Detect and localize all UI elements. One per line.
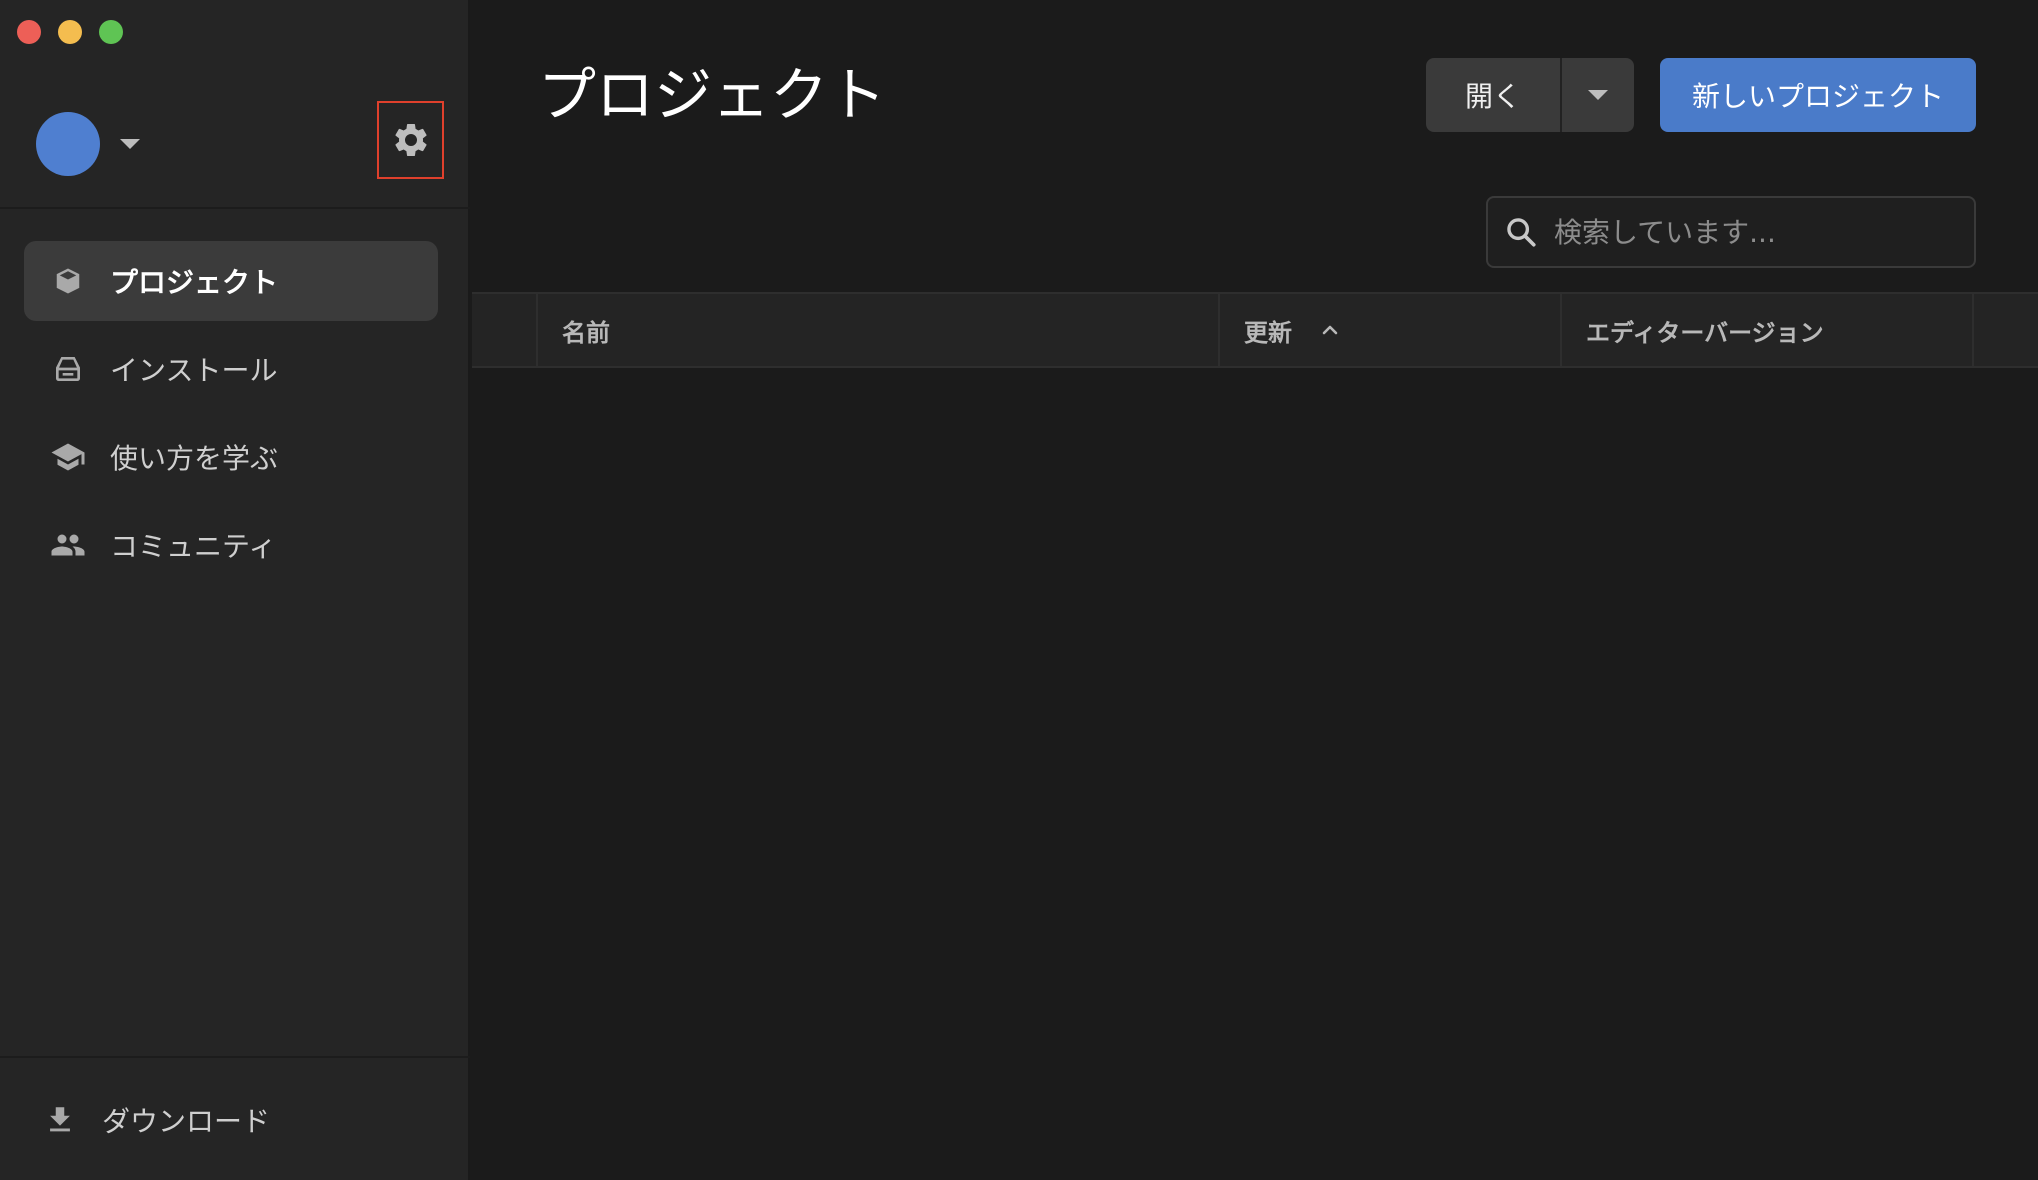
app-window: プロジェクト インストール 使い方を学ぶ コミュニティ ダウンロード プロジェク… [0,0,2038,1180]
column-header-name[interactable]: 名前 [536,294,1218,366]
window-controls [17,20,123,44]
column-header-updated[interactable]: 更新 [1218,294,1560,366]
chevron-down-icon [1588,90,1608,100]
sidebar-item-label: インストール [110,354,278,387]
column-header-label: エディターバージョン [1586,318,1824,347]
sidebar-divider [0,1056,470,1058]
open-dropdown-button[interactable] [1562,58,1634,132]
sidebar-item-label: プロジェクト [110,266,279,299]
sidebar: プロジェクト インストール 使い方を学ぶ コミュニティ ダウンロード [0,0,470,1180]
column-header-label: 名前 [562,318,610,347]
graduation-cap-icon [50,439,86,475]
column-header-label: 更新 [1244,318,1292,347]
sidebar-item-projects[interactable]: プロジェクト [24,241,438,321]
download-label: ダウンロード [102,1105,271,1138]
new-project-button[interactable]: 新しいプロジェクト [1660,58,1976,132]
sidebar-item-label: コミュニティ [110,530,277,563]
download-icon [42,1102,78,1138]
column-header-editor-version[interactable]: エディターバージョン [1560,294,1974,366]
sidebar-item-learn[interactable]: 使い方を学ぶ [24,417,438,497]
account-menu[interactable] [36,112,140,176]
search-input[interactable] [1552,214,1952,250]
chevron-up-icon [1318,318,1342,342]
open-button[interactable]: 開く [1426,58,1562,132]
maximize-window-button[interactable] [99,20,123,44]
sidebar-nav: プロジェクト インストール 使い方を学ぶ コミュニティ [24,241,438,593]
search-icon [1507,218,1536,247]
cube-icon [50,263,86,299]
sidebar-item-label: 使い方を学ぶ [110,442,279,475]
sidebar-divider [0,207,470,209]
main-content: プロジェクト 開く 新しいプロジェクト 名前 更新 [472,0,2038,1180]
sidebar-item-community[interactable]: コミュニティ [24,505,438,585]
minimize-window-button[interactable] [58,20,82,44]
settings-button[interactable] [377,101,444,179]
page-title: プロジェクト [538,61,887,129]
download-link[interactable]: ダウンロード [42,1100,270,1140]
sidebar-item-installs[interactable]: インストール [24,329,438,409]
open-button-group: 開く [1426,58,1634,132]
drive-icon [50,351,86,387]
table-header: 名前 更新 エディターバージョン [472,292,2038,368]
people-icon [50,527,86,563]
gear-icon [394,123,427,156]
close-window-button[interactable] [17,20,41,44]
avatar[interactable] [36,112,100,176]
column-header-select [472,294,536,366]
search-box[interactable] [1486,196,1976,268]
chevron-down-icon[interactable] [120,139,140,149]
